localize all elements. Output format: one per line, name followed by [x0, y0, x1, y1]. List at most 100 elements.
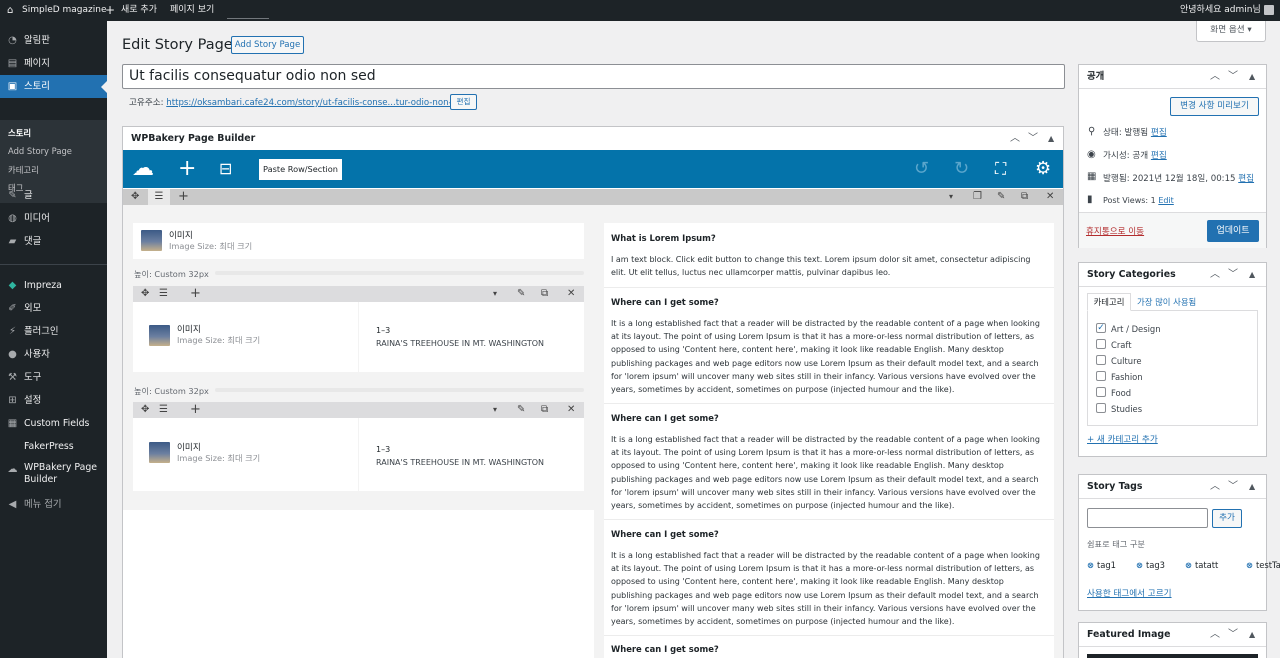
tag-input[interactable] — [1087, 508, 1208, 528]
text-element[interactable]: 1–3 RAINA'S TREEHOUSE IN MT. WASHINGTON — [359, 418, 584, 491]
site-name-link[interactable]: SimpleD magazine — [22, 0, 107, 21]
text-block-body[interactable]: It is a long established fact that a rea… — [611, 317, 1045, 396]
add-column-icon[interactable]: + — [178, 189, 189, 205]
preview-changes-button[interactable]: 변경 사항 미리보기 — [1170, 97, 1259, 116]
post-views-edit-link[interactable]: Edit — [1158, 196, 1174, 205]
tag-item[interactable]: ⊗ tatatt — [1185, 560, 1218, 570]
new-item-link[interactable]: 새로 추가 — [121, 0, 157, 21]
post-title-input[interactable]: Ut facilis consequatur odio non sed — [122, 64, 1065, 89]
gear-icon[interactable]: ⚙ — [1035, 150, 1051, 188]
clone-icon[interactable]: ⧉ — [1021, 189, 1028, 205]
chevron-up-icon[interactable]: ︿ — [1010, 127, 1020, 151]
column-layout-icon[interactable]: ☰ — [159, 402, 168, 418]
menu-item-custom-fields[interactable]: ▦ Custom Fields — [0, 412, 107, 435]
text-element[interactable]: 1–3 RAINA'S TREEHOUSE IN MT. WASHINGTON — [359, 302, 584, 372]
copy-icon[interactable]: ❐ — [973, 189, 982, 205]
text-block-heading[interactable]: Where can I get some? — [611, 297, 719, 307]
featured-image-preview[interactable] — [1087, 654, 1258, 658]
toggle-panel-icon[interactable]: ▲ — [1249, 65, 1255, 89]
move-icon[interactable]: ✥ — [141, 286, 149, 302]
toggle-panel-icon[interactable]: ▲ — [1249, 263, 1255, 287]
home-icon[interactable]: ⌂ — [7, 0, 13, 21]
menu-item-tools[interactable]: ⚒ 도구 — [0, 366, 107, 389]
text-block-body[interactable]: I am text block. Click edit button to ch… — [611, 253, 1045, 279]
published-edit-link[interactable]: 편집 — [1238, 174, 1254, 184]
avatar[interactable] — [1264, 5, 1274, 15]
choose-tags-link[interactable]: 사용한 태그에서 고르기 — [1087, 587, 1172, 599]
add-category-link[interactable]: + 새 카테고리 추가 — [1087, 433, 1158, 445]
column-layout-icon[interactable]: ☰ — [148, 189, 170, 205]
submenu-item-story[interactable]: 스토리 — [8, 127, 31, 139]
menu-item-comments[interactable]: ▰ 댓글 — [0, 230, 107, 253]
toggle-panel-icon[interactable]: ▲ — [1048, 127, 1054, 151]
menu-item-appearance[interactable]: ✐ 외모 — [0, 297, 107, 320]
close-icon[interactable]: ✕ — [1046, 189, 1054, 205]
pencil-icon[interactable]: ✎ — [997, 189, 1005, 205]
remove-tag-icon[interactable]: ⊗ — [1185, 560, 1195, 570]
text-block-heading[interactable]: Where can I get some? — [611, 644, 719, 654]
trash-link[interactable]: 휴지통으로 이동 — [1086, 225, 1144, 237]
image-element[interactable]: 이미지 Image Size: 최대 크기 — [133, 418, 358, 491]
chevron-down-icon[interactable]: ﹀ — [1028, 127, 1038, 151]
caret-down-icon[interactable]: ▾ — [493, 286, 497, 302]
category-checkbox[interactable] — [1096, 387, 1106, 397]
remove-tag-icon[interactable]: ⊗ — [1136, 560, 1146, 570]
toggle-panel-icon[interactable]: ▲ — [1249, 475, 1255, 499]
text-block-body[interactable]: It is a long established fact that a rea… — [611, 549, 1045, 628]
menu-collapse[interactable]: ◀ 메뉴 접기 — [0, 493, 107, 516]
tab-all-categories[interactable]: 카테고리 — [1087, 293, 1131, 311]
submenu-item-add-story[interactable]: Add Story Page — [8, 146, 72, 156]
menu-item-fakerpress[interactable]: FakerPress — [0, 435, 107, 458]
add-column-icon[interactable]: + — [190, 402, 201, 418]
tab-most-used[interactable]: 가장 많이 사용됨 — [1137, 296, 1196, 308]
category-checkbox[interactable] — [1096, 371, 1106, 381]
update-button[interactable]: 업데이트 — [1207, 220, 1259, 242]
text-block-body[interactable]: It is a long established fact that a rea… — [611, 433, 1045, 512]
text-block-heading[interactable]: Where can I get some? — [611, 529, 719, 539]
submenu-item-category[interactable]: 카테고리 — [8, 164, 39, 176]
chevron-up-icon[interactable]: ︿ — [1210, 623, 1220, 647]
toggle-panel-icon[interactable]: ▲ — [1249, 623, 1255, 647]
tag-item[interactable]: ⊗ testTag — [1246, 560, 1280, 570]
fullscreen-icon[interactable]: ⛶ — [995, 150, 1006, 188]
clone-icon[interactable]: ⧉ — [541, 286, 548, 302]
paste-row-button[interactable]: Paste Row/Section — [259, 159, 342, 180]
tag-item[interactable]: ⊗ tag1 — [1087, 560, 1116, 570]
chevron-down-icon[interactable]: ﹀ — [1228, 475, 1238, 499]
caret-down-icon[interactable]: ▾ — [493, 402, 497, 418]
menu-item-wpbakery[interactable]: ☁ WPBakery Page Builder — [0, 462, 107, 490]
add-story-page-button[interactable]: Add Story Page — [231, 36, 304, 54]
text-block-heading[interactable]: Where can I get some? — [611, 413, 719, 423]
menu-item-impreza[interactable]: ◆ Impreza — [0, 274, 107, 297]
clone-icon[interactable]: ⧉ — [541, 402, 548, 418]
view-page-link[interactable]: 페이지 보기 — [170, 0, 214, 21]
add-element-icon[interactable]: + — [178, 150, 196, 188]
category-checkbox[interactable] — [1096, 403, 1106, 413]
permalink-link[interactable]: https://oksambari.cafe24.com/story/ut-fa… — [166, 98, 469, 108]
menu-item-posts[interactable]: ✎ 글 — [0, 184, 107, 207]
chevron-down-icon[interactable]: ﹀ — [1228, 65, 1238, 89]
permalink-edit-button[interactable]: 편집 — [450, 94, 477, 110]
image-element[interactable]: 이미지 Image Size: 최대 크기 — [133, 223, 584, 259]
add-tag-button[interactable]: 추가 — [1212, 509, 1242, 528]
move-icon[interactable]: ✥ — [131, 189, 139, 205]
undo-icon[interactable]: ↺ — [914, 150, 929, 188]
category-checkbox[interactable]: ✓ — [1096, 323, 1106, 333]
close-icon[interactable]: ✕ — [567, 286, 575, 302]
menu-item-users[interactable]: ● 사용자 — [0, 343, 107, 366]
status-edit-link[interactable]: 편집 — [1151, 128, 1167, 138]
pencil-icon[interactable]: ✎ — [517, 286, 525, 302]
chevron-down-icon[interactable]: ﹀ — [1228, 263, 1238, 287]
chevron-down-icon[interactable]: ﹀ — [1228, 623, 1238, 647]
visibility-edit-link[interactable]: 편집 — [1151, 151, 1167, 161]
caret-down-icon[interactable]: ▾ — [949, 189, 953, 205]
category-checkbox[interactable] — [1096, 355, 1106, 365]
remove-tag-icon[interactable]: ⊗ — [1087, 560, 1097, 570]
chevron-up-icon[interactable]: ︿ — [1210, 263, 1220, 287]
close-icon[interactable]: ✕ — [567, 402, 575, 418]
image-element[interactable]: 이미지 Image Size: 최대 크기 — [133, 302, 358, 372]
screen-options-button[interactable]: 화면 옵션 ▾ — [1196, 21, 1266, 42]
menu-item-plugins[interactable]: ⚡ 플러그인 — [0, 320, 107, 343]
menu-item-pages[interactable]: ▤ 페이지 — [0, 52, 107, 75]
text-block-heading[interactable]: What is Lorem Ipsum? — [611, 233, 716, 243]
